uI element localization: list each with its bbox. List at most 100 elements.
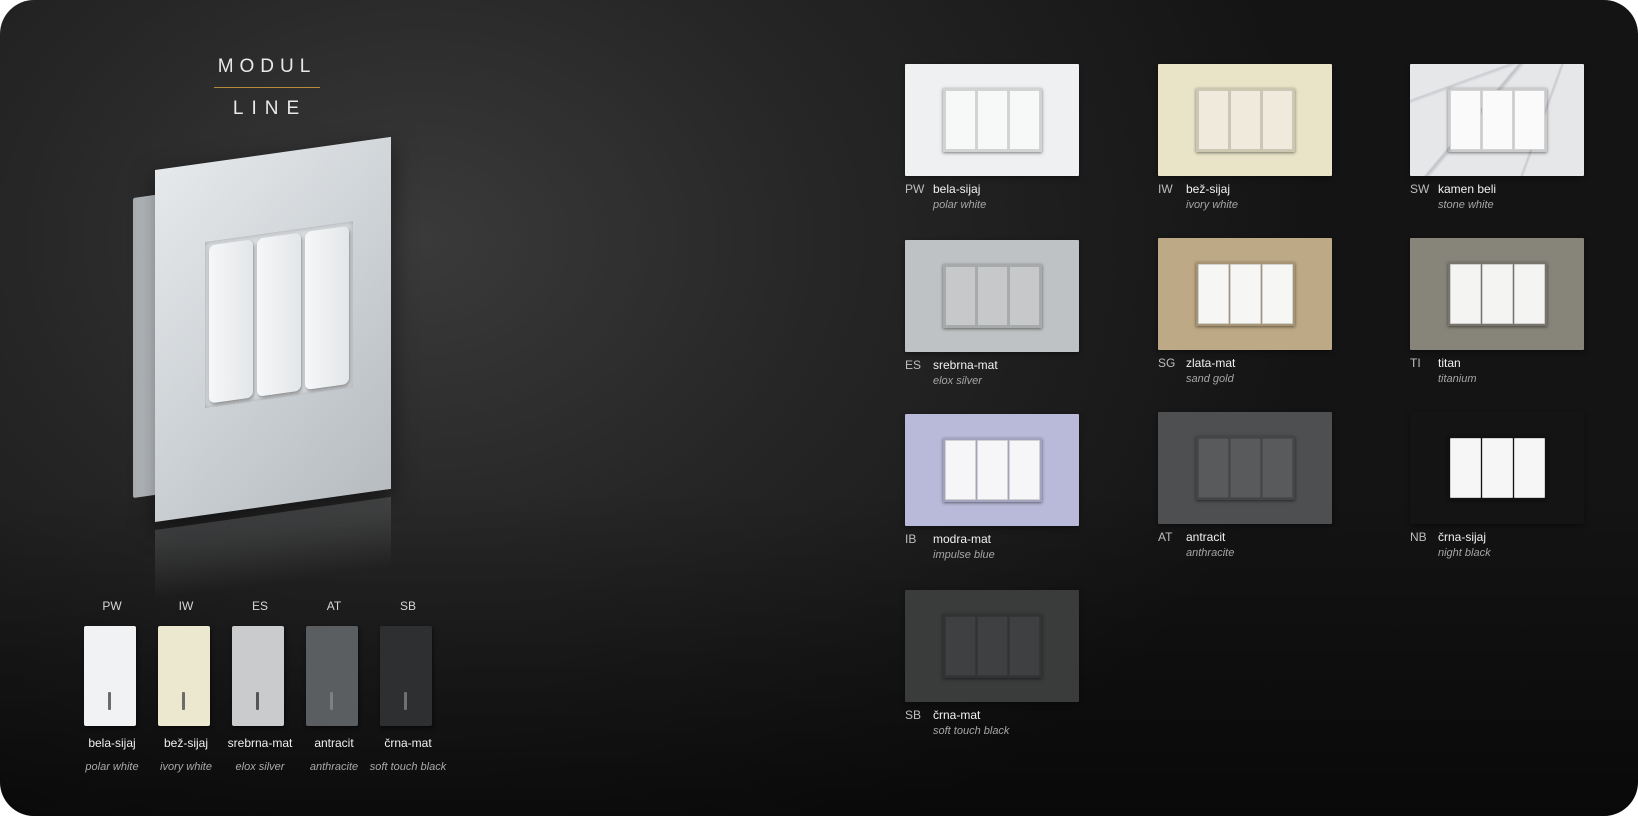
finish-english-name: elox silver xyxy=(933,375,982,387)
rocker-2 xyxy=(1482,438,1513,498)
rocker-1 xyxy=(945,266,976,326)
module-key-swatch xyxy=(158,626,210,726)
rocker-3 xyxy=(1009,90,1040,150)
module-key-swatch xyxy=(84,626,136,726)
module-name: črna-mat xyxy=(384,736,432,750)
finish-plate-swatch xyxy=(1410,412,1584,524)
hero-switch-frame xyxy=(205,221,353,408)
module-led-icon xyxy=(182,692,185,710)
module-led-icon xyxy=(108,692,111,710)
rocker-1 xyxy=(1450,90,1481,150)
logo-divider xyxy=(214,87,320,88)
module-led-icon xyxy=(330,692,333,710)
finish-name: modra-mat xyxy=(933,532,992,546)
finish-english-name: soft touch black xyxy=(933,725,1010,737)
module-key-swatch xyxy=(306,626,358,726)
rocker-2 xyxy=(977,90,1008,150)
catalog-page: MODUL LINE PW bela-sijaj polar white IW bež-… xyxy=(0,0,1638,816)
rocker-2 xyxy=(1482,90,1513,150)
finish-english-name: stone white xyxy=(1438,199,1494,211)
rocker-group xyxy=(943,264,1042,328)
rocker-3 xyxy=(1514,264,1545,324)
finish-plate-swatch xyxy=(905,590,1079,702)
rocker-3 xyxy=(1009,616,1040,676)
rocker-1 xyxy=(945,90,976,150)
finish-name: bela-sijaj xyxy=(933,182,981,196)
finish-plate-swatch xyxy=(905,64,1079,176)
rocker-1 xyxy=(945,440,976,500)
rocker-group xyxy=(943,88,1042,152)
hero-rocker-2 xyxy=(257,232,301,397)
rocker-group xyxy=(1448,436,1547,500)
finish-code: ES xyxy=(905,358,922,372)
rocker-1 xyxy=(1198,90,1229,150)
finish-plate-swatch xyxy=(1410,64,1584,176)
module-code: PW xyxy=(102,599,122,613)
hero-switch-image xyxy=(133,136,393,600)
hero-rocker-1 xyxy=(209,239,253,404)
finish-name: antracit xyxy=(1186,530,1226,544)
finish-code: IW xyxy=(1158,182,1173,196)
module-es: ES srebrna-mat elox silver xyxy=(220,598,300,773)
finish-english-name: impulse blue xyxy=(933,549,995,561)
rocker-2 xyxy=(977,616,1008,676)
module-sb: SB črna-mat soft touch black xyxy=(368,598,448,773)
finish-name: kamen beli xyxy=(1438,182,1497,196)
module-code: AT xyxy=(326,599,342,613)
rocker-3 xyxy=(1514,90,1545,150)
module-led-icon xyxy=(404,692,407,710)
rocker-group xyxy=(943,614,1042,678)
rocker-1 xyxy=(1198,264,1229,324)
finish-code: SB xyxy=(905,708,922,722)
rocker-group xyxy=(943,438,1042,502)
logo-modul: MODUL xyxy=(217,56,317,77)
finish-english-name: night black xyxy=(1438,547,1491,559)
module-code: SB xyxy=(399,599,416,613)
rocker-2 xyxy=(1482,264,1513,324)
rocker-2 xyxy=(1230,264,1261,324)
finish-english-name: anthracite xyxy=(1186,547,1235,559)
rocker-2 xyxy=(1230,438,1261,498)
finish-code: SG xyxy=(1158,356,1176,370)
rocker-3 xyxy=(1514,438,1545,498)
rocker-3 xyxy=(1262,90,1293,150)
module-code: ES xyxy=(251,599,268,613)
finish-name: bež-sijaj xyxy=(1186,182,1231,196)
rocker-group xyxy=(1448,88,1547,152)
module-key-swatch xyxy=(380,626,432,726)
finish-code: SW xyxy=(1410,182,1430,196)
rocker-group xyxy=(1196,436,1295,500)
module-led-icon xyxy=(256,692,259,710)
finish-plate-swatch xyxy=(905,240,1079,352)
finish-name: črna-mat xyxy=(933,708,981,722)
finish-plate-swatch xyxy=(1158,238,1332,350)
module-pw: PW bela-sijaj polar white xyxy=(72,598,152,773)
finish-code: NB xyxy=(1410,530,1427,544)
finish-name: črna-sijaj xyxy=(1438,530,1487,544)
finish-code: AT xyxy=(1158,530,1173,544)
rocker-1 xyxy=(1450,438,1481,498)
rocker-2 xyxy=(977,266,1008,326)
rocker-3 xyxy=(1009,266,1040,326)
finish-plate-swatch xyxy=(905,414,1079,526)
finish-code: IB xyxy=(905,532,917,546)
finish-english-name: sand gold xyxy=(1186,373,1234,385)
rocker-3 xyxy=(1262,438,1293,498)
rocker-2 xyxy=(1230,90,1261,150)
finish-english-name: titanium xyxy=(1438,373,1477,385)
rocker-1 xyxy=(945,616,976,676)
finish-code: TI xyxy=(1410,356,1421,370)
rocker-3 xyxy=(1009,440,1040,500)
finish-name: zlata-mat xyxy=(1186,356,1236,370)
logo-line: LINE xyxy=(232,98,308,119)
rocker-2 xyxy=(977,440,1008,500)
finish-name: srebrna-mat xyxy=(933,358,998,372)
module-at: AT antracit anthracite xyxy=(294,598,374,773)
modul-line-logo: MODUL LINE xyxy=(212,56,322,120)
module-key-swatch xyxy=(232,626,284,726)
finish-plate-swatch xyxy=(1158,412,1332,524)
finish-english-name: ivory white xyxy=(1186,199,1238,211)
rocker-3 xyxy=(1262,264,1293,324)
module-iw: IW bež-sijaj ivory white xyxy=(146,598,226,773)
finish-code: PW xyxy=(905,182,925,196)
